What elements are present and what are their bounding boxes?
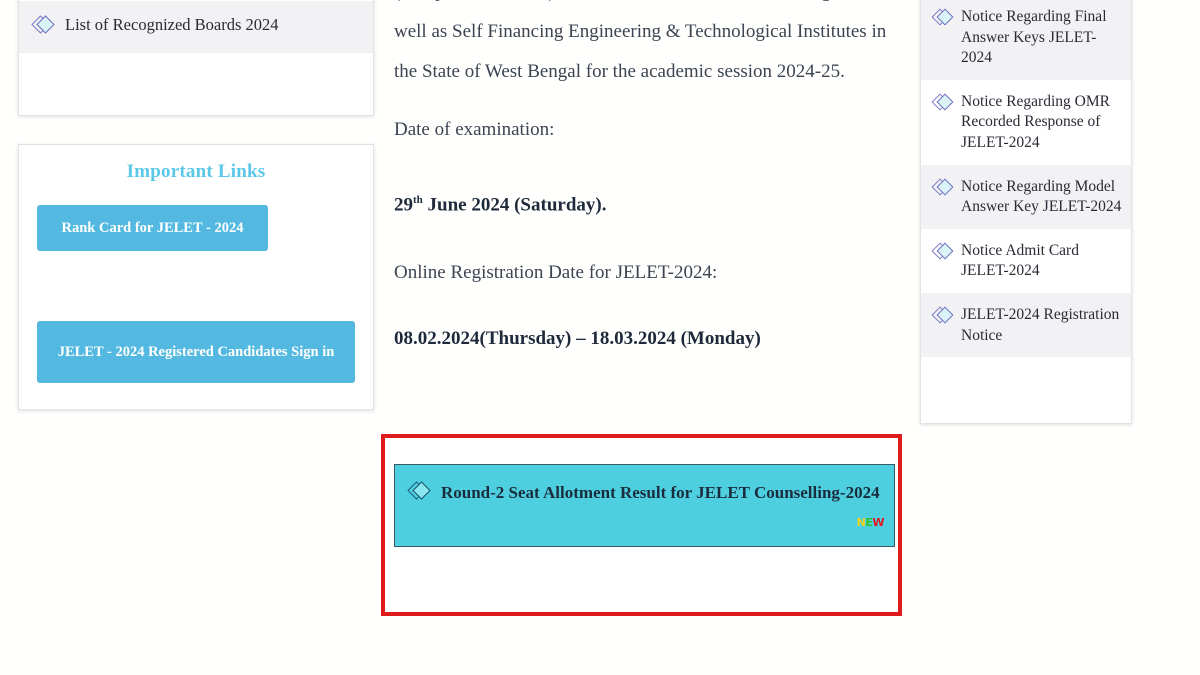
round2-seat-allotment-label: Round-2 Seat Allotment Result for JELET … bbox=[441, 483, 880, 502]
list-item-label: Notice Regarding OMR Recorded Response o… bbox=[961, 92, 1110, 152]
new-badge-letter-3: W bbox=[872, 516, 884, 529]
left-column: Rules of the Examination JELET 2024 List… bbox=[18, 0, 374, 410]
list-item-label: JELET-2024 Registration Notice bbox=[961, 306, 1120, 344]
right-notice-column: JELET-2024 Notice Regarding Final Answer… bbox=[920, 0, 1132, 425]
diamond-link-icon bbox=[931, 7, 954, 27]
list-item[interactable]: Notice Regarding Final Answer Keys JELET… bbox=[921, 0, 1131, 80]
list-item[interactable]: Notice Regarding OMR Recorded Response o… bbox=[921, 80, 1131, 165]
registered-candidates-signin-button[interactable]: JELET - 2024 Registered Candidates Sign … bbox=[37, 321, 355, 383]
new-badge: NEW bbox=[857, 516, 885, 529]
diamond-link-icon bbox=[931, 177, 954, 197]
list-item[interactable]: List of Recognized Boards 2024 bbox=[19, 1, 373, 53]
main-content-column: (except Architecture) in Universities, G… bbox=[381, 0, 902, 616]
diamond-link-icon bbox=[31, 14, 55, 36]
round2-seat-allotment-link[interactable]: Round-2 Seat Allotment Result for JELET … bbox=[394, 464, 895, 547]
exam-date-value: 29th June 2024 (Saturday). bbox=[394, 180, 894, 225]
exam-date-day: 29 bbox=[394, 194, 413, 216]
diamond-link-icon bbox=[931, 241, 954, 261]
list-item[interactable]: Notice Regarding Model Answer Key JELET-… bbox=[921, 164, 1131, 229]
important-links-card: Important Links Rank Card for JELET - 20… bbox=[18, 144, 374, 410]
registration-date-value: 08.02.2024(Thursday) – 18.03.2024 (Monda… bbox=[394, 328, 761, 350]
important-links-title: Important Links bbox=[126, 161, 266, 182]
registration-date-heading: Online Registration Date for JELET-2024: bbox=[394, 262, 718, 284]
diamond-link-icon bbox=[931, 92, 954, 112]
list-item-label: Notice Regarding Model Answer Key JELET-… bbox=[961, 177, 1122, 216]
button-gap bbox=[37, 251, 355, 321]
left-notice-card: Rules of the Examination JELET 2024 List… bbox=[18, 0, 374, 116]
exam-date-rest: June 2024 (Saturday). bbox=[422, 194, 607, 216]
list-empty-area bbox=[19, 53, 373, 115]
diamond-link-icon bbox=[407, 480, 431, 502]
highlight-box: Round-2 Seat Allotment Result for JELET … bbox=[381, 434, 902, 616]
list-item[interactable]: Notice Admit Card JELET-2024 bbox=[921, 229, 1131, 293]
diamond-link-icon bbox=[931, 305, 954, 325]
date-of-examination-heading: Date of examination: bbox=[394, 119, 555, 140]
list-item-label: Notice Regarding Final Answer Keys JELET… bbox=[961, 8, 1107, 67]
list-item-label: Notice Admit Card JELET-2024 bbox=[961, 241, 1079, 280]
exam-date-ordinal: th bbox=[413, 194, 423, 206]
page-root: Rules of the Examination JELET 2024 List… bbox=[0, 0, 1200, 675]
intro-paragraph: (except Architecture) in Universities, G… bbox=[394, 0, 887, 82]
list-item-label: List of Recognized Boards 2024 bbox=[65, 15, 279, 34]
list-item[interactable]: JELET-2024 Registration Notice bbox=[921, 293, 1131, 358]
list-empty-area bbox=[921, 357, 1131, 424]
rank-card-button[interactable]: Rank Card for JELET - 2024 bbox=[37, 205, 268, 251]
